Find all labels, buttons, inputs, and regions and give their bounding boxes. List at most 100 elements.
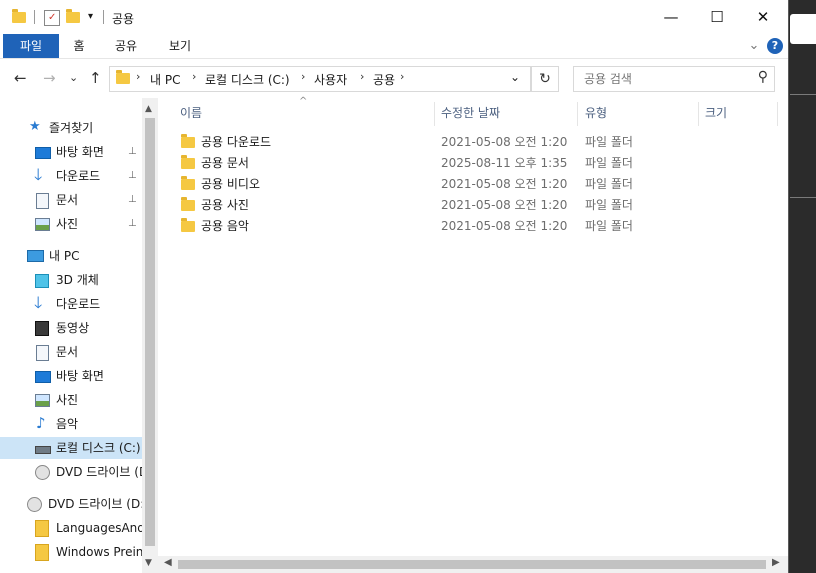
file-row[interactable]: 공용 비디오 2021-05-08 오전 1:20 파일 폴더	[178, 174, 648, 194]
file-row[interactable]: 공용 문서 2025-08-11 오후 1:35 파일 폴더	[178, 153, 648, 173]
file-name: 공용 음악	[201, 219, 249, 233]
nav-label: 문서	[56, 345, 79, 359]
properties-icon[interactable]: ✓	[44, 10, 60, 26]
nav-scrollbar-thumb[interactable]	[145, 118, 155, 546]
close-button[interactable]: ✕	[740, 0, 786, 34]
nav-desktop[interactable]: 바탕 화면	[0, 365, 142, 387]
desktop-icon	[35, 371, 51, 383]
chevron-right-icon[interactable]: ›	[192, 70, 196, 83]
file-row[interactable]: 공용 사진 2021-05-08 오전 1:20 파일 폴더	[178, 195, 648, 215]
nav-pictures[interactable]: 사진	[0, 389, 142, 411]
search-box[interactable]: ⚲	[573, 66, 775, 92]
file-date: 2025-08-11 오후 1:35	[441, 156, 568, 170]
nav-dvd-drive[interactable]: DVD 드라이브 (D:)	[0, 461, 142, 483]
file-explorer-window: ✓ ▾ 공용 — ☐ ✕ 파일 홈 공유 보기 ⌄ ? ← → ⌄ ↑ › 내 …	[0, 0, 789, 573]
nav-documents[interactable]: 문서	[0, 341, 142, 363]
refresh-button[interactable]: ↻	[531, 66, 559, 92]
nav-downloads-pinned[interactable]: 🡓 다운로드 ⊥	[0, 165, 142, 187]
customize-quick-access-dropdown[interactable]: ▾	[88, 11, 93, 27]
nav-dvd-folder[interactable]: LanguagesAndOptionalFeatures	[0, 517, 142, 539]
chevron-right-icon[interactable]: ›	[400, 70, 404, 83]
file-type: 파일 폴더	[585, 198, 633, 212]
file-date: 2021-05-08 오전 1:20	[441, 135, 568, 149]
tab-home[interactable]: 홈	[62, 34, 96, 58]
picture-icon	[35, 394, 50, 407]
nav-dvd-root[interactable]: DVD 드라이브 (D:)	[0, 493, 142, 515]
chevron-right-icon[interactable]: ›	[136, 70, 140, 83]
breadcrumb-local-disk[interactable]: 로컬 디스크 (C:)	[205, 71, 290, 88]
breadcrumb-public[interactable]: 공용	[373, 71, 395, 88]
nav-desktop-pinned[interactable]: 바탕 화면 ⊥	[0, 141, 142, 163]
nav-label: 바탕 화면	[56, 369, 104, 383]
nav-label: 바탕 화면	[56, 145, 104, 159]
scroll-right-icon[interactable]: ▶	[772, 557, 780, 568]
music-icon: ♪	[36, 414, 46, 432]
nav-scrollbar[interactable]: ▲ ▼	[142, 98, 158, 573]
nav-documents-pinned[interactable]: 문서 ⊥	[0, 189, 142, 211]
navigation-pane: ★ 즐겨찾기 바탕 화면 ⊥ 🡓 다운로드 ⊥ 문서 ⊥ 사진 ⊥ 내 PC 3…	[0, 98, 158, 573]
folder-icon	[181, 134, 195, 148]
scroll-down-icon[interactable]: ▼	[145, 558, 152, 568]
file-row[interactable]: 공용 음악 2021-05-08 오전 1:20 파일 폴더	[178, 216, 648, 236]
column-header-date-modified[interactable]: 수정한 날짜	[441, 98, 500, 128]
folder-icon	[181, 197, 195, 211]
column-divider[interactable]	[777, 102, 778, 126]
horizontal-scrollbar[interactable]: ◀ ▶	[158, 556, 788, 573]
file-name: 공용 다운로드	[201, 135, 272, 149]
nav-label: 내 PC	[49, 249, 80, 263]
help-icon[interactable]: ?	[767, 38, 783, 54]
search-input[interactable]	[582, 70, 746, 88]
maximize-button[interactable]: ☐	[694, 0, 740, 34]
tab-file[interactable]: 파일	[3, 34, 59, 58]
file-row[interactable]: 공용 다운로드 2021-05-08 오전 1:20 파일 폴더	[178, 132, 648, 152]
nav-music[interactable]: ♪ 음악	[0, 413, 142, 435]
column-header-name[interactable]: 이름	[180, 98, 202, 128]
nav-label: 동영상	[56, 321, 90, 335]
breadcrumb-users[interactable]: 사용자	[314, 71, 347, 88]
star-icon: ★	[29, 119, 41, 134]
scroll-up-icon[interactable]: ▲	[145, 104, 152, 114]
sort-ascending-icon: ^	[299, 96, 308, 107]
file-type: 파일 폴더	[585, 135, 633, 149]
recent-locations-dropdown[interactable]: ⌄	[69, 71, 78, 84]
tab-share[interactable]: 공유	[104, 34, 148, 58]
breadcrumb-this-pc[interactable]: 내 PC	[150, 71, 180, 88]
drive-icon	[35, 446, 51, 454]
file-type: 파일 폴더	[585, 219, 633, 233]
nav-dvd-folder[interactable]: Windows Preinstall	[0, 541, 142, 563]
nav-videos[interactable]: 동영상	[0, 317, 142, 339]
pin-icon: ⊥	[128, 170, 137, 181]
address-dropdown[interactable]: ⌄	[510, 70, 520, 84]
column-divider[interactable]	[434, 102, 435, 126]
scroll-left-icon[interactable]: ◀	[164, 557, 172, 568]
file-name: 공용 사진	[201, 198, 249, 212]
file-name: 공용 비디오	[201, 177, 261, 191]
back-button[interactable]: ←	[14, 69, 27, 87]
search-icon[interactable]: ⚲	[758, 69, 768, 85]
nav-local-disk[interactable]: 로컬 디스크 (C:)	[0, 437, 142, 459]
window-title: 공용	[112, 12, 135, 26]
column-header-size[interactable]: 크기	[705, 98, 727, 128]
nav-this-pc[interactable]: 내 PC	[0, 245, 142, 267]
nav-label: Windows Preinstall	[56, 545, 142, 559]
nav-quick-access[interactable]: ★ 즐겨찾기	[0, 117, 142, 139]
document-icon	[36, 345, 49, 361]
nav-pictures-pinned[interactable]: 사진 ⊥	[0, 213, 142, 235]
forward-button[interactable]: →	[43, 69, 56, 87]
chevron-right-icon[interactable]: ›	[360, 70, 364, 83]
minimize-button[interactable]: —	[648, 0, 694, 34]
column-header-type[interactable]: 유형	[585, 98, 607, 128]
address-bar[interactable]: › 내 PC › 로컬 디스크 (C:) › 사용자 › 공용 › ⌄	[109, 66, 531, 92]
tab-view[interactable]: 보기	[158, 34, 202, 58]
horizontal-scrollbar-thumb[interactable]	[178, 560, 766, 569]
nav-3d-objects[interactable]: 3D 개체	[0, 269, 142, 291]
computer-icon	[27, 250, 44, 262]
nav-label: DVD 드라이브 (D:)	[48, 497, 142, 511]
nav-downloads[interactable]: 🡓 다운로드	[0, 293, 142, 315]
chevron-right-icon[interactable]: ›	[301, 70, 305, 83]
title-bar: ✓ ▾ 공용 — ☐ ✕	[0, 0, 788, 34]
expand-ribbon-icon[interactable]: ⌄	[744, 34, 764, 58]
column-divider[interactable]	[577, 102, 578, 126]
up-button[interactable]: ↑	[89, 69, 102, 87]
column-divider[interactable]	[698, 102, 699, 126]
